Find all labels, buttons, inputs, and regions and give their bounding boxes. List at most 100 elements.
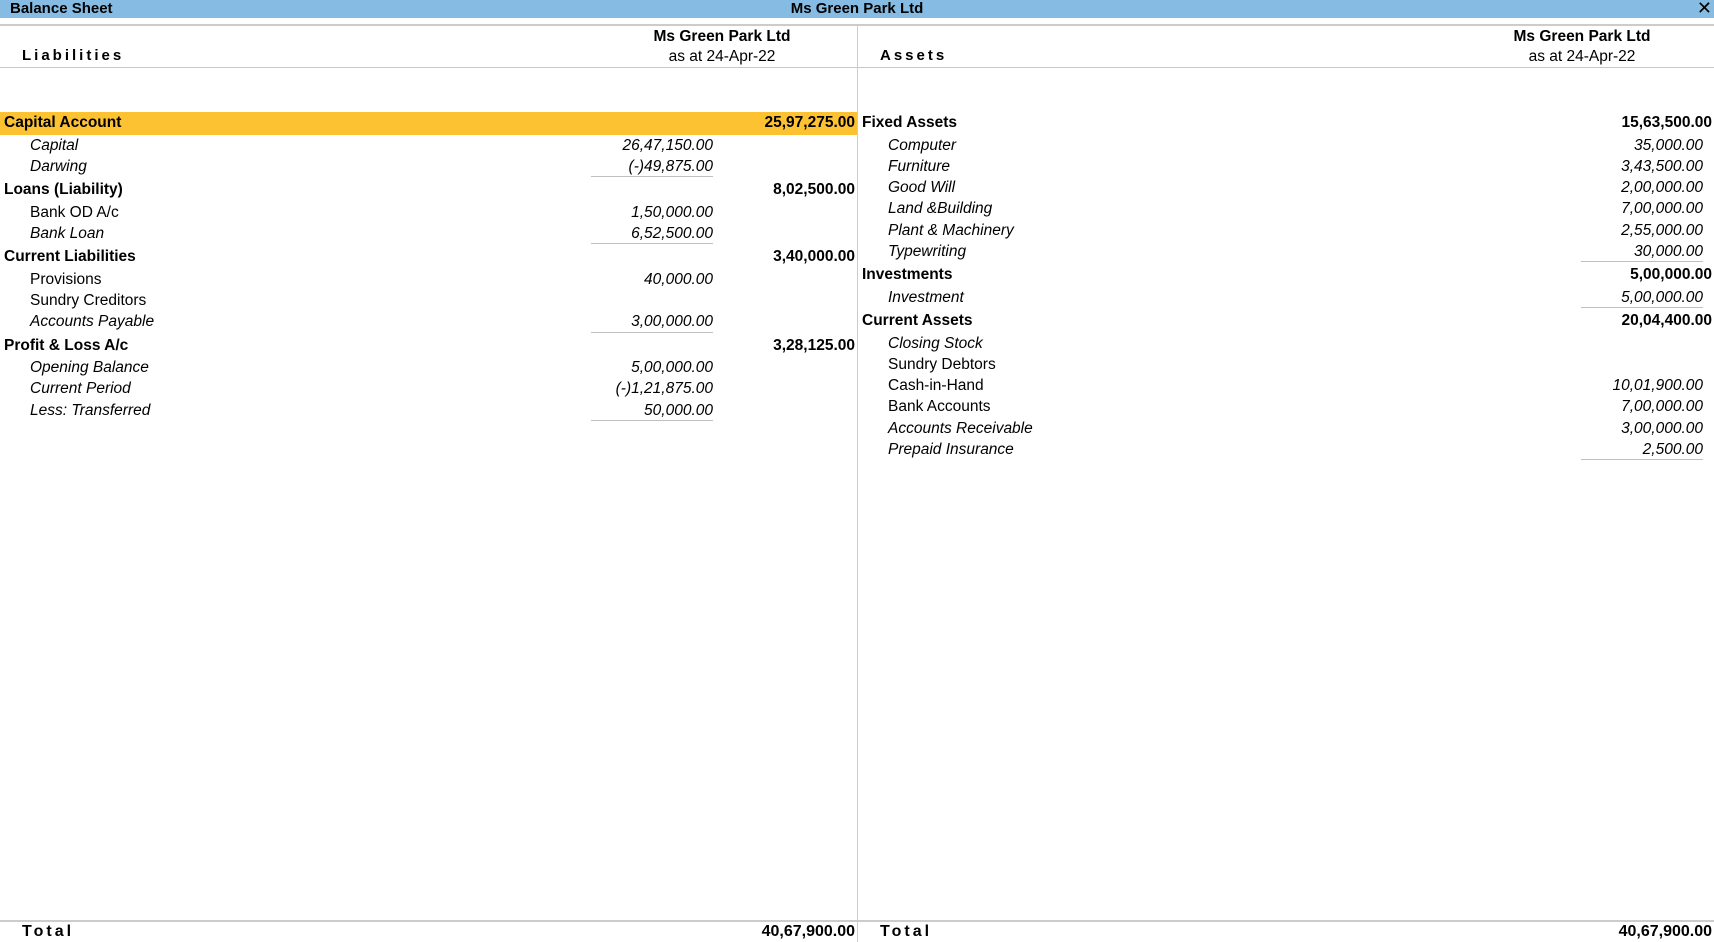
ledger-row[interactable]: Furniture 3,43,500.00 [858, 156, 1714, 177]
ledger-amount: 5,00,000.00 [631, 359, 713, 377]
ledger-row[interactable]: Closing Stock [858, 333, 1714, 354]
ledger-row[interactable]: Investment 5,00,000.00 [858, 287, 1714, 309]
liabilities-panel: Liabilities Ms Green Park Ltd as at 24-A… [0, 26, 857, 942]
ledger-name: Darwing [30, 157, 87, 175]
ledger-amount: 26,47,150.00 [622, 136, 713, 154]
liabilities-company-name: Ms Green Park Ltd [653, 28, 791, 45]
ledger-name: Accounts Payable [30, 313, 155, 331]
ledger-row[interactable]: Darwing (-)49,875.00 [0, 156, 857, 178]
group-name: Loans (Liability) [4, 181, 123, 199]
ledger-row[interactable]: Bank OD A/c 1,50,000.00 [0, 202, 857, 223]
group-row[interactable]: Capital Account 25,97,275.00 [0, 112, 857, 135]
ledger-name: Plant & Machinery [888, 221, 1014, 239]
group-name: Fixed Assets [862, 114, 958, 131]
group-amount: 5,00,000.00 [1630, 266, 1712, 284]
group-name: Capital Account [4, 114, 122, 131]
assets-period-header: Ms Green Park Ltd as at 24-Apr-22 [1482, 27, 1682, 67]
assets-company-name: Ms Green Park Ltd [1513, 28, 1651, 45]
report-title: Balance Sheet [10, 0, 113, 17]
ledger-row[interactable]: Provisions 40,000.00 [0, 269, 857, 290]
liabilities-period-header: Ms Green Park Ltd as at 24-Apr-22 [622, 27, 822, 67]
ledger-name: Cash-in-Hand [888, 377, 984, 395]
group-amount: 25,97,275.00 [764, 114, 855, 131]
ledger-amount: 3,43,500.00 [1621, 157, 1703, 175]
ledger-row[interactable]: Accounts Payable 3,00,000.00 [0, 311, 857, 333]
group-row[interactable]: Loans (Liability) 8,02,500.00 [0, 179, 857, 202]
ledger-amount: 2,00,000.00 [1621, 179, 1703, 197]
ledger-amount: 30,000.00 [1573, 241, 1703, 263]
ledger-amount: (-)49,875.00 [583, 156, 713, 178]
liabilities-rows: Capital Account 25,97,275.00 Capital 26,47,… [0, 112, 857, 422]
ledger-name: Prepaid Insurance [888, 441, 1014, 459]
ledger-row[interactable]: Cash-in-Hand 10,01,900.00 [858, 375, 1714, 396]
ledger-row[interactable]: Sundry Creditors [0, 290, 857, 311]
ledger-name: Provisions [30, 270, 102, 288]
ledger-row[interactable]: Land &Building 7,00,000.00 [858, 198, 1714, 219]
ledger-amount: 7,00,000.00 [1621, 398, 1703, 416]
group-amount: 3,40,000.00 [773, 248, 855, 266]
liabilities-total-label: Total [22, 923, 75, 940]
ledger-amount: 1,50,000.00 [631, 203, 713, 221]
ledger-amount: 2,55,000.00 [1621, 221, 1703, 239]
ledger-name: Bank Loan [30, 224, 105, 242]
company-title: Ms Green Park Ltd [790, 0, 924, 17]
ledger-amount: 7,00,000.00 [1621, 200, 1703, 218]
group-amount: 15,63,500.00 [1621, 114, 1712, 131]
group-amount: 8,02,500.00 [773, 181, 855, 199]
ledger-row[interactable]: Opening Balance 5,00,000.00 [0, 357, 857, 378]
ledger-amount: 40,000.00 [644, 270, 713, 288]
ledger-row[interactable]: Plant & Machinery 2,55,000.00 [858, 220, 1714, 241]
ledger-name: Land &Building [888, 200, 993, 218]
ledger-row[interactable]: Bank Loan 6,52,500.00 [0, 223, 857, 245]
ledger-row[interactable]: Sundry Debtors [858, 354, 1714, 375]
group-row[interactable]: Current Liabilities 3,40,000.00 [0, 246, 857, 269]
ledger-name: Good Will [888, 179, 956, 197]
ledger-name: Less: Transferred [30, 401, 151, 419]
group-amount: 20,04,400.00 [1621, 312, 1712, 330]
group-row[interactable]: Current Assets 20,04,400.00 [858, 310, 1714, 333]
ledger-name: Sundry Creditors [30, 291, 147, 309]
ledger-name: Typewriting [888, 242, 967, 260]
ledger-name: Bank OD A/c [30, 203, 119, 221]
liabilities-total-value: 40,67,900.00 [761, 923, 855, 940]
assets-rows: Fixed Assets 15,63,500.00 Computer 35,000.0… [858, 112, 1714, 461]
ledger-row[interactable]: Capital 26,47,150.00 [0, 135, 857, 156]
ledger-row[interactable]: Computer 35,000.00 [858, 135, 1714, 156]
ledger-name: Furniture [888, 157, 951, 175]
ledger-row[interactable]: Current Period (-)1,21,875.00 [0, 378, 857, 399]
ledger-amount: 3,00,000.00 [583, 311, 713, 333]
ledger-amount: 50,000.00 [583, 400, 713, 422]
assets-as-at-date: as at 24-Apr-22 [1528, 48, 1636, 65]
ledger-name: Opening Balance [30, 359, 149, 377]
ledger-row[interactable]: Bank Accounts 7,00,000.00 [858, 396, 1714, 417]
assets-panel: Assets Ms Green Park Ltd as at 24-Apr-22… [858, 26, 1714, 942]
ledger-name: Bank Accounts [888, 398, 991, 416]
ledger-name: Sundry Debtors [888, 355, 996, 373]
ledger-name: Investment [888, 288, 964, 306]
group-name: Investments [862, 266, 953, 284]
ledger-amount: 2,500.00 [1573, 439, 1703, 461]
ledger-row[interactable]: Typewriting 30,000.00 [858, 241, 1714, 263]
group-row[interactable]: Profit & Loss A/c 3,28,125.00 [0, 335, 857, 358]
close-icon[interactable]: ✕ [1697, 0, 1712, 17]
assets-total-row: Total 40,67,900.00 [858, 922, 1714, 942]
group-name: Current Assets [862, 312, 973, 330]
ledger-name: Closing Stock [888, 334, 983, 352]
group-name: Profit & Loss A/c [4, 336, 129, 354]
ledger-name: Accounts Receivable [888, 419, 1033, 437]
ledger-row[interactable]: Less: Transferred 50,000.00 [0, 400, 857, 422]
assets-heading: Assets [880, 47, 948, 64]
ledger-amount: 3,00,000.00 [1621, 419, 1703, 437]
ledger-name: Capital [30, 136, 79, 154]
group-name: Current Liabilities [4, 248, 136, 266]
assets-total-value: 40,67,900.00 [1618, 923, 1712, 940]
ledger-row[interactable]: Prepaid Insurance 2,500.00 [858, 439, 1714, 461]
liabilities-total-row: Total 40,67,900.00 [0, 922, 857, 942]
ledger-row[interactable]: Good Will 2,00,000.00 [858, 177, 1714, 198]
ledger-amount: 10,01,900.00 [1612, 377, 1703, 395]
group-row[interactable]: Fixed Assets 15,63,500.00 [858, 112, 1714, 135]
group-amount: 3,28,125.00 [773, 336, 855, 354]
ledger-row[interactable]: Accounts Receivable 3,00,000.00 [858, 418, 1714, 439]
liabilities-heading: Liabilities [22, 47, 125, 64]
group-row[interactable]: Investments 5,00,000.00 [858, 264, 1714, 287]
